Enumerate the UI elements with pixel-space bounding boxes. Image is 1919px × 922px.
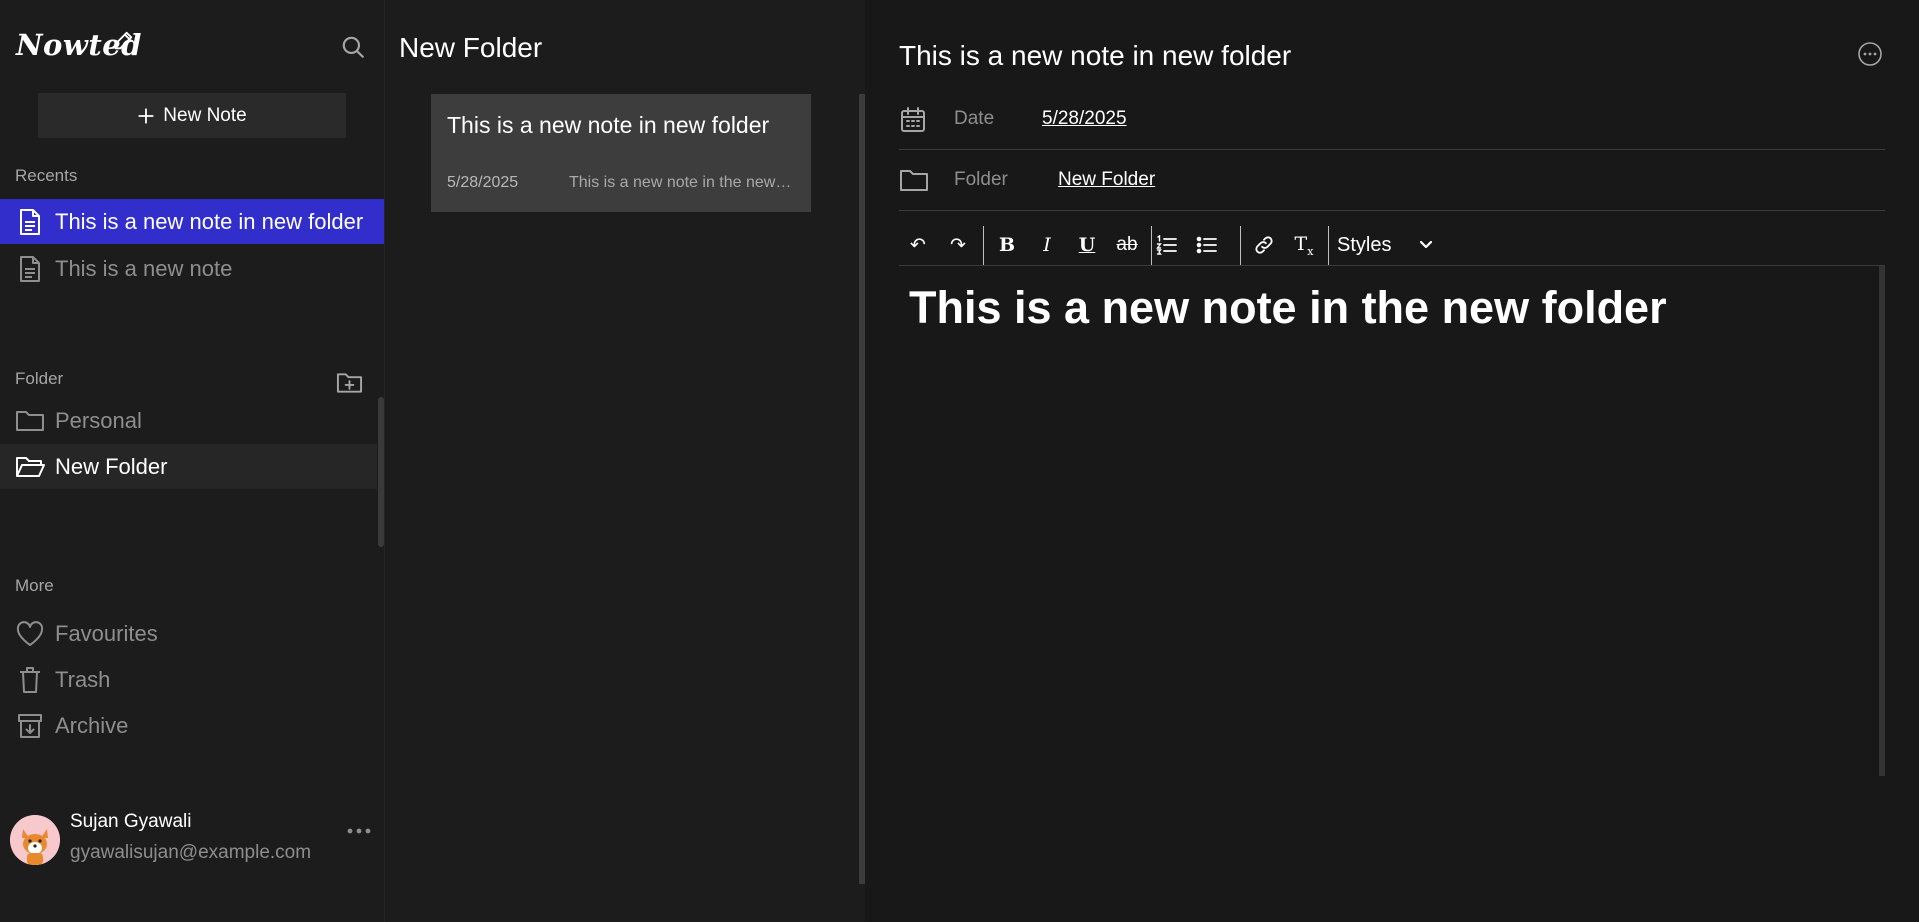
- note-card-title: This is a new note in new folder: [447, 112, 770, 138]
- redo-button[interactable]: ↷: [939, 224, 977, 266]
- date-label: Date: [954, 108, 995, 129]
- user-name: Sujan Gyawali: [70, 811, 192, 832]
- editor-content[interactable]: This is a new note in the new folder: [899, 265, 1885, 776]
- list-scrollbar[interactable]: [859, 94, 865, 884]
- clear-format-icon: Tx: [1294, 232, 1314, 258]
- folder-icon: [899, 167, 929, 193]
- user-more-icon[interactable]: [347, 827, 371, 835]
- redo-icon: ↷: [950, 234, 966, 256]
- more-options-icon[interactable]: [1857, 41, 1883, 67]
- more-item-label: Favourites: [55, 620, 158, 646]
- folder-icon: [15, 406, 45, 436]
- link-button[interactable]: [1245, 224, 1283, 266]
- folder-item-label: New Folder: [55, 453, 168, 479]
- folders-label: Folder: [15, 369, 64, 388]
- editor-scrollbar[interactable]: [1879, 266, 1885, 776]
- recent-item-active[interactable]: This is a new note in new folder: [0, 199, 384, 244]
- styles-label: Styles: [1337, 233, 1392, 256]
- sidebar: Nowted New Note Recents This is a new no…: [0, 0, 384, 922]
- recents-label: Recents: [15, 166, 78, 185]
- plus-icon: [137, 107, 155, 125]
- recent-item-label: This is a new note: [55, 255, 233, 281]
- new-note-button[interactable]: New Note: [38, 93, 346, 138]
- numbered-list-button[interactable]: [1148, 224, 1186, 266]
- strikethrough-button[interactable]: ab: [1108, 224, 1146, 266]
- toolbar-divider: [1240, 226, 1241, 266]
- folder-item-new-folder[interactable]: New Folder: [0, 444, 377, 489]
- note-title[interactable]: This is a new note in new folder: [899, 40, 1291, 72]
- italic-icon: I: [1043, 234, 1051, 256]
- undo-button[interactable]: ↶: [899, 224, 937, 266]
- editor-heading[interactable]: This is a new note in the new folder: [909, 282, 1667, 334]
- recent-item-label: This is a new note in new folder: [55, 208, 364, 234]
- undo-icon: ↶: [910, 234, 926, 256]
- folder-label: Folder: [954, 169, 1008, 190]
- note-card-preview: This is a new note in the new…: [569, 174, 792, 191]
- clear-format-button[interactable]: Tx: [1285, 224, 1323, 266]
- heart-icon: [15, 619, 45, 649]
- date-row: Date 5/28/2025: [899, 90, 1885, 150]
- search-icon[interactable]: [340, 34, 366, 60]
- folder-item-label: Personal: [55, 407, 142, 433]
- avatar[interactable]: [10, 815, 60, 865]
- bold-button[interactable]: B: [988, 224, 1026, 266]
- more-item-label: Trash: [55, 666, 111, 692]
- folder-value[interactable]: New Folder: [1058, 169, 1155, 191]
- folder-title: New Folder: [399, 32, 543, 63]
- pencil-icon: [112, 30, 134, 52]
- more-item-label: Archive: [55, 712, 129, 738]
- styles-dropdown[interactable]: Styles: [1337, 224, 1447, 266]
- more-item-archive[interactable]: Archive: [0, 703, 384, 748]
- link-icon: [1253, 234, 1275, 256]
- date-value[interactable]: 5/28/2025: [1042, 108, 1127, 130]
- more-item-trash[interactable]: Trash: [0, 657, 384, 702]
- folder-item-personal[interactable]: Personal: [0, 398, 384, 443]
- italic-button[interactable]: I: [1028, 224, 1066, 266]
- underline-icon: U: [1078, 234, 1096, 256]
- add-folder-icon[interactable]: [336, 371, 363, 395]
- toolbar-divider: [1328, 226, 1329, 266]
- calendar-icon: [899, 106, 927, 134]
- bold-icon: B: [998, 234, 1016, 256]
- more-item-favourites[interactable]: Favourites: [0, 611, 384, 656]
- document-icon: [15, 254, 45, 284]
- toolbar-divider: [983, 226, 984, 266]
- bullet-list-button[interactable]: [1188, 224, 1226, 266]
- bullet-list-icon: [1196, 235, 1218, 255]
- trash-icon: [15, 665, 45, 695]
- note-card-date: 5/28/2025: [447, 174, 519, 191]
- editor-toolbar: ↶ ↷ B I U ab Tx Styles: [899, 224, 1885, 266]
- numbered-list-icon: [1156, 235, 1178, 255]
- strikethrough-icon: ab: [1116, 234, 1138, 255]
- new-note-label: New Note: [163, 104, 247, 126]
- archive-icon: [15, 711, 45, 741]
- folder-row: Folder New Folder: [899, 151, 1885, 211]
- more-label: More: [15, 576, 54, 595]
- user-email: gyawalisujan@example.com: [70, 842, 312, 863]
- folder-open-icon: [15, 452, 45, 482]
- chevron-down-icon: [1419, 240, 1433, 250]
- note-card[interactable]: This is a new note in new folder 5/28/20…: [431, 94, 811, 212]
- document-icon: [15, 207, 45, 237]
- recent-item[interactable]: This is a new note: [0, 246, 384, 291]
- underline-button[interactable]: U: [1068, 224, 1106, 266]
